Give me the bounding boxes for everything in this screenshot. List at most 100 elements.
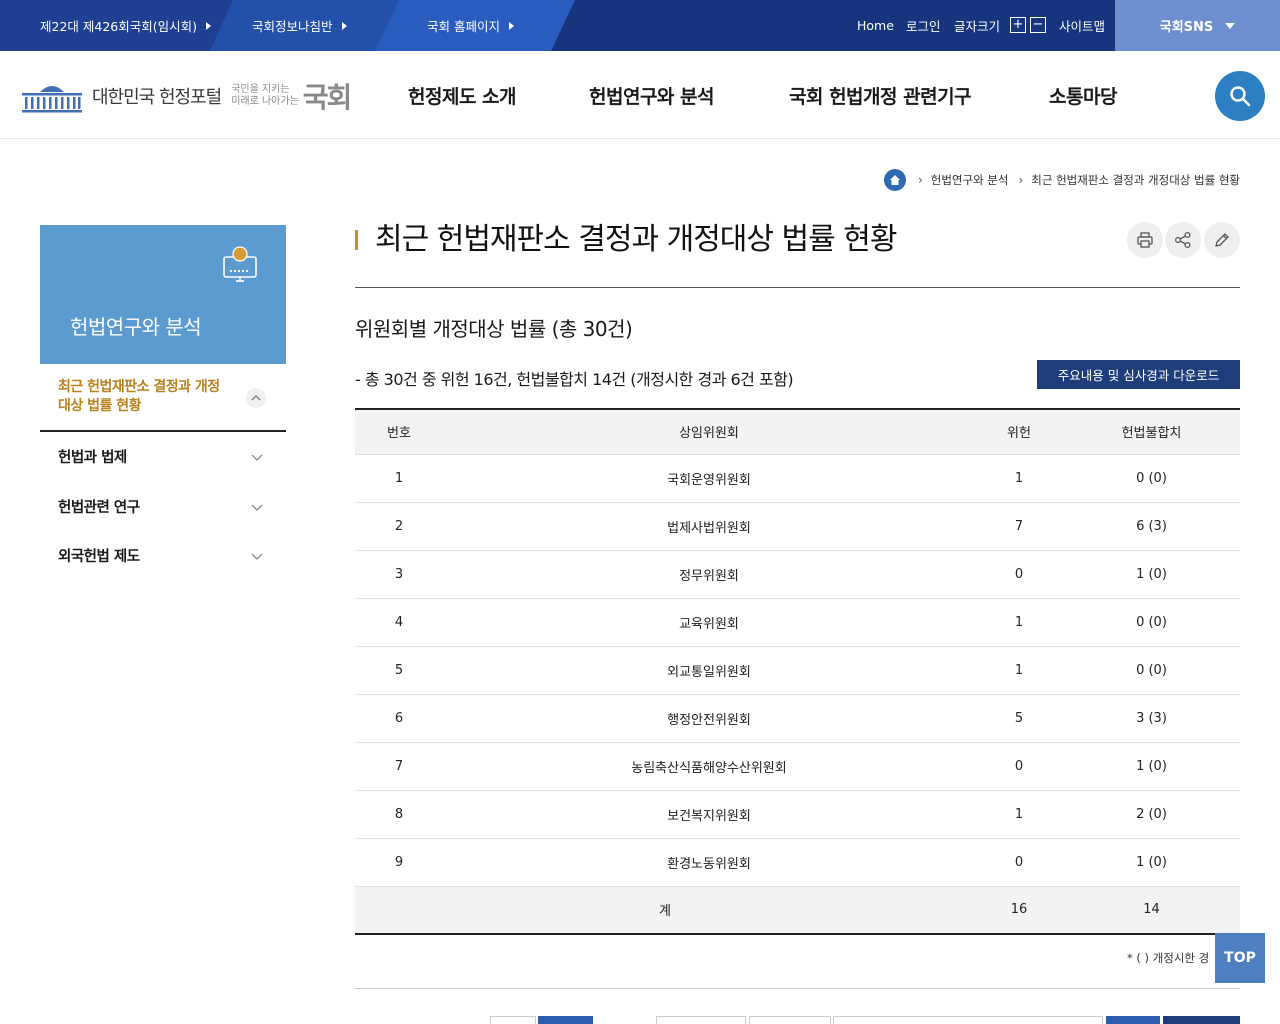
lnb-active-label: 최근 헌법재판소 결정과 개정대상 법률 현황 (58, 379, 220, 414)
cell-unconstitutional: 0 (1014, 566, 1024, 582)
assembly-homepage-link[interactable]: 국회 홈페이지 (375, 0, 575, 51)
logo-slogan: 국민을 지키는 미래로 나아가는 (231, 84, 299, 108)
lnb-header: 헌법연구와 분석 (40, 225, 286, 364)
font-size-label: 글자크기 (954, 19, 1001, 34)
breadcrumb-item[interactable]: 헌법연구와 분석 (931, 172, 1009, 188)
logo-brand: 국회 (302, 81, 353, 114)
title-divider (355, 287, 1240, 288)
edit-button[interactable] (1204, 222, 1240, 258)
page-title: 최근 헌법재판소 결정과 개정대상 법률 현황 (375, 222, 897, 257)
table-row: 6 행정안전위원회 5 3 (3) (355, 694, 1240, 742)
col-number: 번호 (355, 409, 443, 455)
cell-committee: 국회운영위원회 (667, 472, 751, 488)
table-total-row: 계 16 14 (355, 886, 1240, 934)
lnb-item-label: 헌법과 법제 (58, 450, 127, 466)
cell-committee: 행정안전위원회 (667, 712, 751, 728)
compass-link[interactable]: 국회정보나침반 (210, 0, 400, 51)
gnb-item-constitution-intro[interactable]: 헌정제도 소개 (408, 51, 517, 139)
chevron-down-icon (251, 504, 263, 511)
search-button[interactable] (1215, 71, 1265, 121)
table-row: 8 보건복지위원회 1 2 (0) (355, 790, 1240, 838)
slogan-line-1: 국민을 지키는 (231, 84, 290, 95)
chevron-up-icon[interactable] (246, 388, 266, 408)
table-footnote: * ( ) 개정시한 경 (1127, 951, 1210, 965)
page-prev-button[interactable] (490, 1016, 536, 1024)
page-button[interactable] (538, 1016, 593, 1024)
print-button[interactable] (1127, 222, 1163, 258)
cell-nonconformity: 1 (0) (1136, 854, 1167, 870)
cell-unconstitutional: 0 (1014, 758, 1024, 774)
home-icon[interactable] (883, 169, 906, 191)
sns-label: 국회SNS (1159, 20, 1214, 35)
print-icon (1137, 232, 1153, 248)
cell-nonconformity: 1 (0) (1136, 758, 1167, 774)
cell-committee: 환경노동위원회 (667, 856, 751, 872)
gnb-item-research[interactable]: 헌법연구와 분석 (589, 51, 714, 139)
lnb-item-label: 헌법관련 연구 (58, 500, 140, 516)
scroll-top-button[interactable]: TOP (1215, 933, 1265, 983)
top-utility-bar: 제22대 제426회국회(임시회) 국회정보나침반 국회 홈페이지 Home 로… (0, 0, 1280, 51)
page-button[interactable] (749, 1016, 831, 1024)
page-search-button[interactable] (1106, 1016, 1160, 1024)
gnb-item-amendment-bodies[interactable]: 국회 헌법개정 관련기구 (789, 51, 972, 139)
page-list-button[interactable] (1163, 1016, 1240, 1024)
cell-nonconformity: 6 (3) (1136, 518, 1167, 534)
cell-total-label: 계 (659, 904, 671, 920)
cell-unconstitutional: 5 (1014, 710, 1024, 726)
assembly-session-label: 제22대 제426회국회(임시회) (40, 19, 197, 34)
cell-committee: 농림축산식품해양수산위원회 (631, 760, 787, 776)
lnb-item-related-research[interactable]: 헌법관련 연구 (40, 482, 286, 532)
table-row: 5 외교통일위원회 1 0 (0) (355, 646, 1240, 694)
content-bottom-divider (355, 988, 1240, 989)
table-row: 4 교육위원회 1 0 (0) (355, 598, 1240, 646)
col-nonconformity: 헌법불합치 (1063, 409, 1240, 455)
page-search-field[interactable] (833, 1016, 1103, 1024)
cell-number: 4 (394, 614, 404, 630)
table-row: 3 정무위원회 0 1 (0) (355, 550, 1240, 598)
section-subtitle: 위원회별 개정대상 법률 (총 30건) (355, 317, 633, 341)
cell-nonconformity: 0 (0) (1136, 614, 1167, 630)
home-link[interactable]: Home (857, 0, 894, 51)
login-link[interactable]: 로그인 (906, 0, 941, 51)
cell-unconstitutional: 1 (1014, 662, 1024, 678)
cell-nonconformity: 0 (0) (1136, 470, 1167, 486)
cell-number: 9 (394, 854, 404, 870)
lnb-title: 헌법연구와 분석 (70, 315, 202, 339)
cell-nonconformity: 0 (0) (1136, 662, 1167, 678)
chevron-down-icon (251, 454, 263, 461)
cell-number: 3 (394, 566, 404, 582)
chevron-right-icon: › (917, 173, 923, 187)
cell-nonconformity: 3 (3) (1136, 710, 1167, 726)
monitor-emblem-icon (223, 246, 257, 282)
cell-number: 5 (394, 662, 404, 678)
site-logo[interactable]: 대한민국 헌정포털 국민을 지키는 미래로 나아가는 국회 (20, 69, 353, 123)
search-icon (1230, 86, 1251, 107)
col-unconstitutional: 위헌 (975, 409, 1063, 455)
sitemap-link[interactable]: 사이트맵 (1059, 0, 1105, 51)
table-row: 1 국회운영위원회 1 0 (0) (355, 454, 1240, 502)
lnb-item-foreign-constitution[interactable]: 외국헌법 제도 (40, 531, 286, 581)
cell-unconstitutional: 1 (1014, 470, 1024, 486)
lnb-item-constitution-law[interactable]: 헌법과 법제 (40, 432, 286, 482)
cell-total-unconstitutional: 16 (1010, 902, 1028, 918)
breadcrumb: › 헌법연구와 분석 › 최근 헌법재판소 결정과 개정대상 법률 현황 (883, 168, 1240, 192)
assembly-building-icon (22, 86, 82, 113)
summary-text: - 총 30건 중 위헌 16건, 헌법불합치 14건 (개정시한 경과 6건 … (355, 370, 794, 389)
font-increase-button[interactable]: + (1010, 17, 1026, 33)
cell-unconstitutional: 7 (1014, 518, 1024, 534)
assembly-homepage-label: 국회 홈페이지 (427, 19, 500, 34)
font-decrease-button[interactable]: − (1030, 17, 1046, 33)
sns-dropdown[interactable]: 국회SNS (1115, 0, 1280, 51)
cell-unconstitutional: 0 (1014, 854, 1024, 870)
table-header-row: 번호 상임위원회 위헌 헌법불합치 (355, 409, 1240, 455)
cell-number: 2 (394, 518, 404, 534)
cell-number: 6 (394, 710, 404, 726)
cell-committee: 교육위원회 (679, 616, 739, 632)
download-button[interactable]: 주요내용 및 심사경과 다운로드 (1037, 360, 1240, 389)
assembly-session-link[interactable]: 제22대 제426회국회(임시회) (0, 0, 240, 51)
share-button[interactable] (1165, 222, 1201, 258)
lnb-item-active[interactable]: 최근 헌법재판소 결정과 개정대상 법률 현황 (40, 364, 286, 432)
lnb-item-label: 외국헌법 제도 (58, 549, 140, 565)
gnb-item-communication[interactable]: 소통마당 (1049, 51, 1117, 139)
page-button[interactable] (656, 1016, 746, 1024)
